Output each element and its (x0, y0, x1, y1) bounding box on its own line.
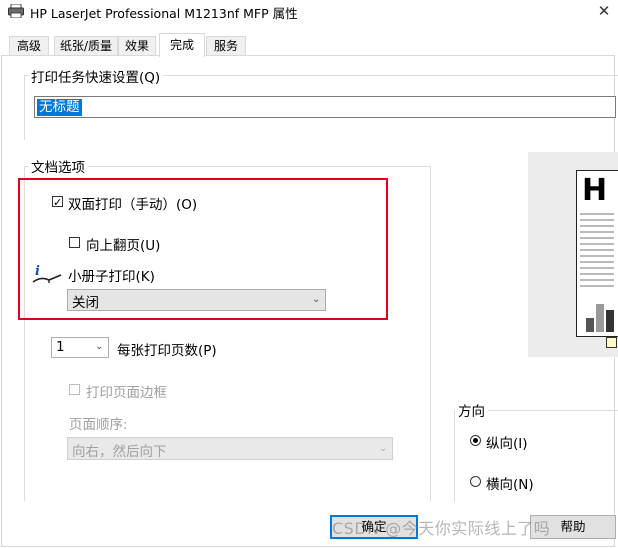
docoptions-group-border-right (430, 166, 431, 501)
close-icon[interactable]: ✕ (590, 0, 618, 22)
page-order-label: 页面顺序: (69, 417, 128, 433)
orientation-heading: 方向 (455, 400, 488, 420)
tab-finishing[interactable]: 完成 (159, 33, 205, 57)
tab-effects[interactable]: 效果 (118, 36, 156, 56)
window-title: HP LaserJet Professional M1213nf MFP 属性 (30, 6, 298, 21)
quickset-input-value: 无标题 (37, 99, 82, 116)
portrait-radio[interactable] (470, 435, 481, 446)
preview-letter: H (582, 173, 608, 208)
radio-selected-dot (473, 438, 478, 443)
tab-advanced[interactable]: 高级 (9, 36, 49, 56)
watermark: CSDN @今天你实际线上了吗 (332, 519, 551, 538)
quickset-group-border-left (24, 75, 25, 140)
pages-per-sheet-label: 每张打印页数(P) (117, 343, 217, 359)
tab-services[interactable]: 服务 (206, 36, 246, 56)
tab-paper-quality[interactable]: 纸张/质量 (54, 36, 118, 56)
chevron-down-icon: ⌄ (95, 341, 104, 352)
preview-content (580, 213, 614, 332)
landscape-radio[interactable] (470, 476, 481, 487)
annotation-highlight-box (18, 178, 388, 320)
print-borders-label: 打印页面边框 (86, 385, 167, 401)
orientation-group-border-left (454, 410, 455, 502)
docoptions-heading: 文档选项 (28, 156, 88, 176)
portrait-label: 纵向(I) (486, 436, 528, 452)
chevron-down-icon: ⌄ (379, 443, 388, 454)
print-borders-checkbox[interactable] (69, 384, 80, 395)
quickset-input[interactable] (34, 96, 616, 118)
page-order-value: 向右，然后向下 (72, 444, 167, 460)
pages-per-sheet-value: 1 (56, 339, 65, 355)
preview-marker (606, 337, 617, 348)
quickset-heading: 打印任务快速设置(Q) (28, 66, 164, 86)
landscape-label: 横向(N) (486, 477, 534, 493)
printer-icon (8, 4, 24, 18)
